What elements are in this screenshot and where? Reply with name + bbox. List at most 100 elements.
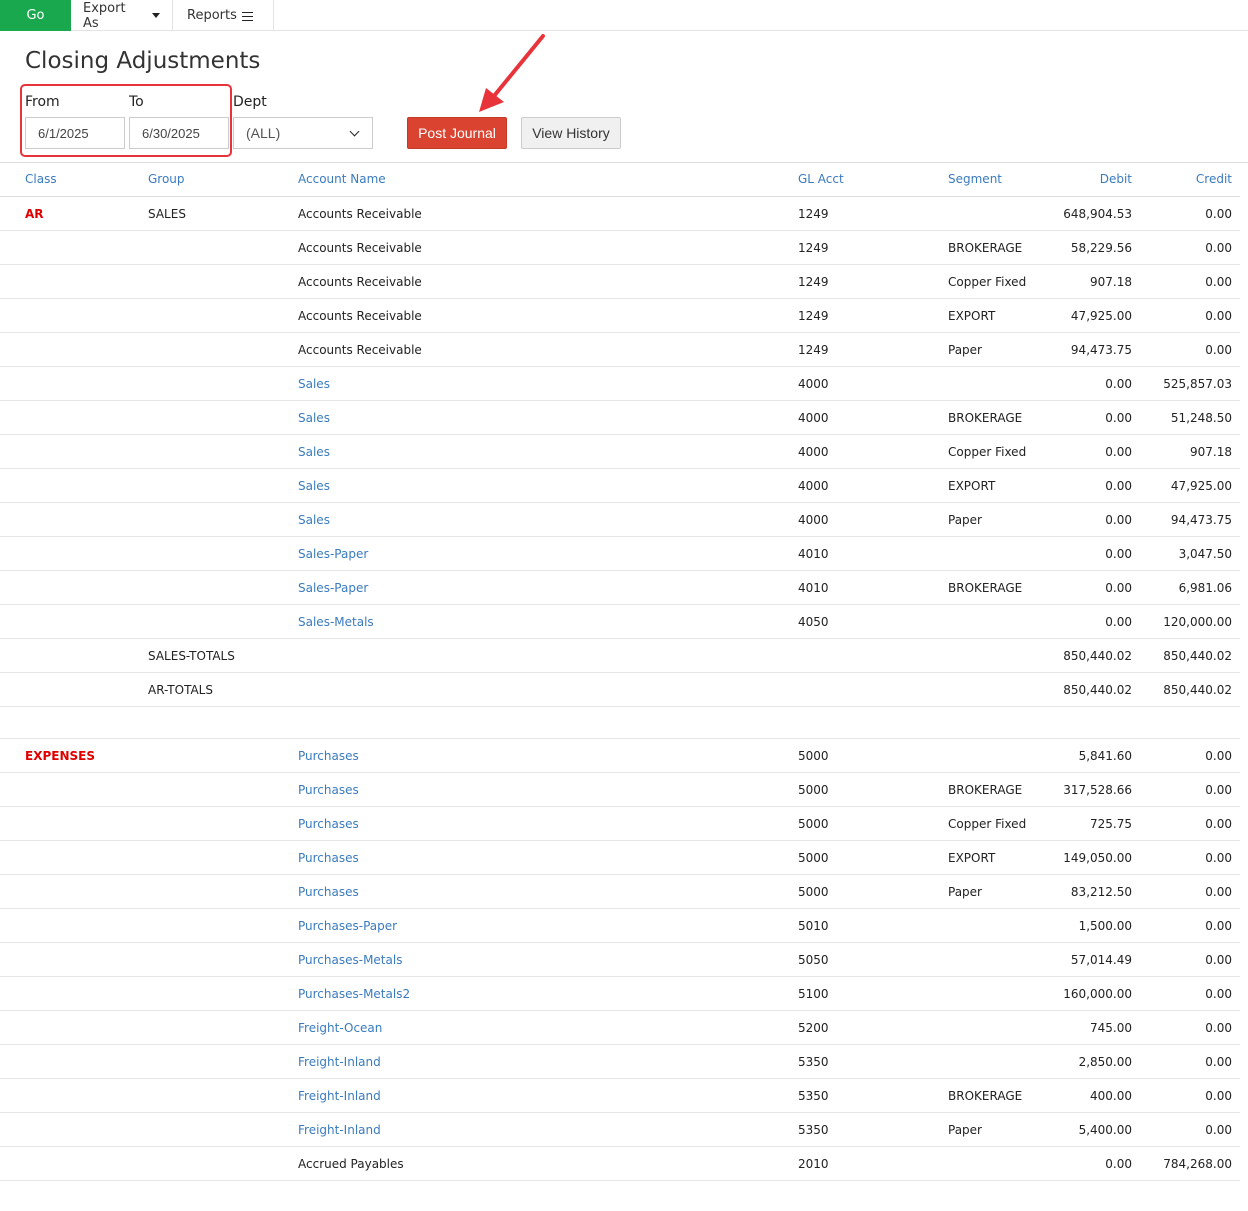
go-button[interactable]: Go [0,0,71,31]
row-segment: BROKERAGE [948,411,1023,425]
row-credit: 0.00 [1205,987,1232,1001]
row-credit: 0.00 [1205,783,1232,797]
row-group: SALES-TOTALS [148,649,235,663]
dept-select[interactable]: (ALL) [233,117,373,149]
row-gl-acct: 5010 [798,919,829,933]
row-account-name[interactable]: Sales-Paper [298,581,368,595]
row-account-name[interactable]: Sales [298,377,330,391]
row-account-name[interactable]: Sales [298,479,330,493]
row-account-name: Accounts Receivable [298,275,422,289]
row-account-name[interactable]: Purchases-Metals [298,953,402,967]
table-row: Purchases 5000 BROKERAGE 317,528.66 0.00 [0,773,1240,807]
row-debit: 850,440.02 [1063,649,1132,663]
table-row: Freight-Ocean 5200 745.00 0.00 [0,1011,1240,1045]
row-segment: EXPORT [948,309,996,323]
row-account-name[interactable]: Purchases [298,817,359,831]
row-gl-acct: 1249 [798,275,829,289]
row-credit: 0.00 [1205,309,1232,323]
row-segment: EXPORT [948,479,996,493]
row-group: SALES [148,207,186,221]
header-account-name[interactable]: Account Name [298,172,386,186]
table-header: Class Group Account Name GL Acct Segment… [0,163,1240,197]
row-debit: 149,050.00 [1063,851,1132,865]
post-journal-button[interactable]: Post Journal [407,117,507,149]
row-account-name[interactable]: Purchases-Paper [298,919,397,933]
row-gl-acct: 5350 [798,1123,829,1137]
row-account-name: Accounts Receivable [298,343,422,357]
row-account-name[interactable]: Purchases-Metals2 [298,987,410,1001]
table-row: Accounts Receivable 1249 Paper 94,473.75 0.0… [0,333,1240,367]
view-history-button[interactable]: View History [521,117,621,149]
row-gl-acct: 5000 [798,749,829,763]
row-debit: 850,440.02 [1063,683,1132,697]
row-gl-acct: 4010 [798,581,829,595]
table-row: Sales-Paper 4010 BROKERAGE 0.00 6,981.06 [0,571,1240,605]
export-as-menu[interactable]: Export As [71,0,173,31]
row-account-name[interactable]: Purchases [298,783,359,797]
header-class[interactable]: Class [25,172,57,186]
caret-down-icon [152,13,160,18]
row-account-name[interactable]: Sales-Paper [298,547,368,561]
row-credit: 525,857.03 [1163,377,1232,391]
row-debit: 1,500.00 [1078,919,1132,933]
row-class: AR [25,207,44,221]
row-credit: 784,268.00 [1163,1157,1232,1171]
row-account-name[interactable]: Purchases [298,885,359,899]
row-credit: 0.00 [1205,1021,1232,1035]
header-credit[interactable]: Credit [1196,172,1232,186]
header-debit[interactable]: Debit [1100,172,1132,186]
row-credit: 0.00 [1205,749,1232,763]
row-credit: 0.00 [1205,241,1232,255]
row-debit: 907.18 [1090,275,1132,289]
annotation-arrow-icon [479,34,545,112]
row-segment: Paper [948,343,982,357]
row-account-name: Accounts Receivable [298,241,422,255]
header-group[interactable]: Group [148,172,185,186]
row-gl-acct: 4000 [798,479,829,493]
row-account-name[interactable]: Sales [298,513,330,527]
row-account-name[interactable]: Freight-Inland [298,1123,381,1137]
top-toolbar: Go Export As Reports [0,0,1248,31]
row-account-name[interactable]: Sales-Metals [298,615,374,629]
row-debit: 0.00 [1105,411,1132,425]
row-segment: EXPORT [948,851,996,865]
row-segment: BROKERAGE [948,783,1023,797]
row-account-name[interactable]: Purchases [298,851,359,865]
row-debit: 83,212.50 [1070,885,1132,899]
row-gl-acct: 5200 [798,1021,829,1035]
row-credit: 51,248.50 [1170,411,1232,425]
row-gl-acct: 1249 [798,309,829,323]
table-row: Accounts Receivable 1249 Copper Fixed 907.1… [0,265,1240,299]
row-account-name[interactable]: Purchases [298,749,359,763]
row-gl-acct: 4000 [798,411,829,425]
table-row: Accounts Receivable 1249 BROKERAGE 58,229.5… [0,231,1240,265]
row-gl-acct: 2010 [798,1157,829,1171]
row-account-name[interactable]: Sales [298,411,330,425]
row-credit: 850,440.02 [1163,683,1232,697]
row-debit: 58,229.56 [1070,241,1132,255]
row-debit: 5,841.60 [1078,749,1132,763]
row-credit: 47,925.00 [1170,479,1232,493]
row-account-name[interactable]: Freight-Ocean [298,1021,382,1035]
header-gl-acct[interactable]: GL Acct [798,172,844,186]
table-row: Freight-Inland 5350 2,850.00 0.00 [0,1045,1240,1079]
row-debit: 0.00 [1105,615,1132,629]
dept-select-value: (ALL) [246,125,281,141]
reports-menu[interactable]: Reports [173,0,274,31]
row-debit: 317,528.66 [1063,783,1132,797]
header-segment[interactable]: Segment [948,172,1002,186]
export-as-label: Export As [83,0,126,31]
table-row: Purchases 5000 EXPORT 149,050.00 0.00 [0,841,1240,875]
row-credit: 6,981.06 [1178,581,1232,595]
table-row: Purchases 5000 Copper Fixed 725.75 0.00 [0,807,1240,841]
row-account-name[interactable]: Freight-Inland [298,1055,381,1069]
table-row: Purchases-Metals 5050 57,014.49 0.00 [0,943,1240,977]
row-credit: 3,047.50 [1178,547,1232,561]
row-account-name[interactable]: Freight-Inland [298,1089,381,1103]
row-account-name[interactable]: Sales [298,445,330,459]
row-gl-acct: 5000 [798,817,829,831]
table-row: Purchases-Paper 5010 1,500.00 0.00 [0,909,1240,943]
hamburger-icon [241,11,253,21]
table-spacer-row [0,707,1240,739]
row-debit: 0.00 [1105,513,1132,527]
